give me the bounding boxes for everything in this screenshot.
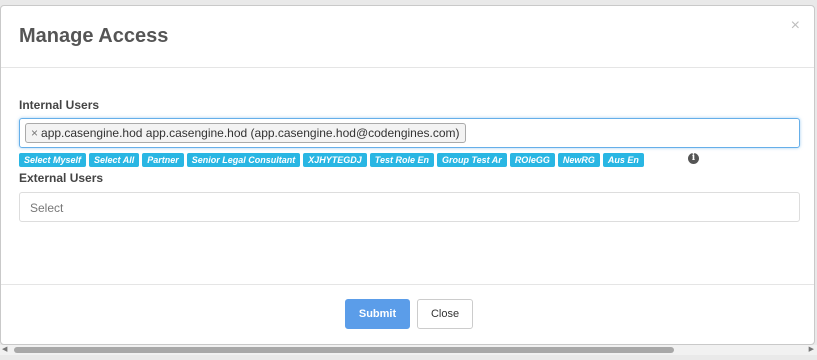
chip-newrg[interactable]: NewRG — [557, 153, 600, 167]
scroll-thumb[interactable] — [14, 347, 674, 353]
internal-users-select[interactable]: × app.casengine.hod app.casengine.hod (ap… — [19, 118, 800, 148]
chip-select-all[interactable]: Select All — [89, 153, 140, 167]
chip-select-myself[interactable]: Select Myself — [19, 153, 87, 167]
footer-divider — [1, 284, 814, 285]
chip-test-role-en[interactable]: Test Role En — [369, 153, 434, 167]
submit-button[interactable]: Submit — [345, 299, 410, 329]
external-users-label: External Users — [19, 171, 104, 185]
scroll-left-icon[interactable]: ◀ — [2, 346, 7, 354]
close-icon[interactable]: × — [791, 18, 800, 34]
chip-group-test-ar[interactable]: Group Test Ar — [436, 153, 507, 167]
chip-partner[interactable]: Partner — [142, 153, 184, 167]
close-button[interactable]: Close — [417, 299, 473, 329]
remove-tag-icon[interactable]: × — [31, 126, 38, 140]
manage-access-dialog: Manage Access × Internal Users × app.case… — [0, 5, 815, 345]
horizontal-scrollbar[interactable]: ◀ ▶ — [0, 345, 817, 355]
external-users-placeholder: Select — [30, 201, 64, 215]
chip-senior-legal-consultant[interactable]: Senior Legal Consultant — [186, 153, 301, 167]
dialog-header: Manage Access × — [1, 6, 814, 68]
internal-users-label: Internal Users — [19, 98, 100, 112]
chip-rolegg[interactable]: ROleGG — [509, 153, 555, 167]
selected-user-tag: × app.casengine.hod app.casengine.hod (ap… — [25, 123, 466, 143]
quick-select-chips: Select Myself Select All Partner Senior … — [19, 153, 644, 167]
dialog-title: Manage Access — [19, 25, 169, 47]
scroll-right-icon[interactable]: ▶ — [809, 346, 814, 354]
selected-user-text: app.casengine.hod app.casengine.hod (app… — [41, 126, 460, 140]
info-icon[interactable]: i — [688, 153, 699, 164]
chip-xjhytegdj[interactable]: XJHYTEGDJ — [303, 153, 367, 167]
external-users-select[interactable]: Select — [19, 192, 800, 222]
chip-aus-en[interactable]: Aus En — [602, 153, 644, 167]
